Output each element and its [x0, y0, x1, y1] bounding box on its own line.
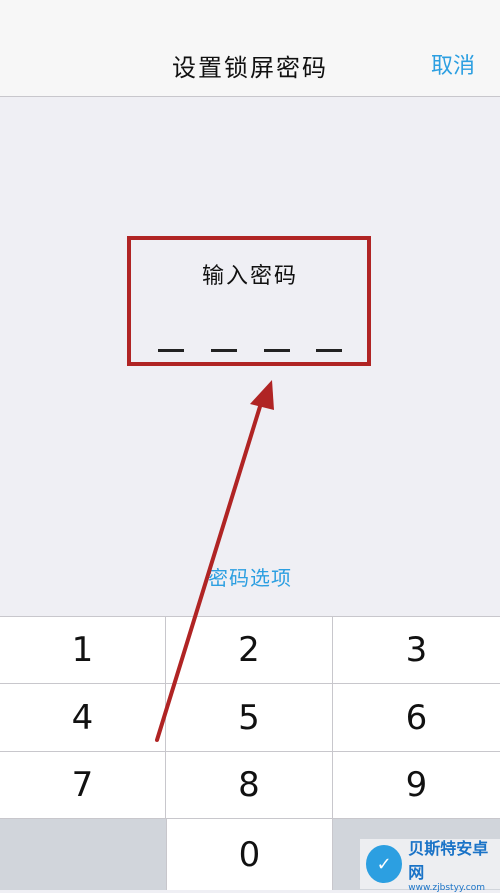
annotation-highlight-box: [127, 236, 371, 366]
cancel-button[interactable]: 取消: [431, 48, 475, 80]
watermark-url: www.zjbstyy.com: [408, 883, 486, 893]
passcode-slot: [211, 349, 237, 352]
key-3[interactable]: 3: [333, 617, 500, 684]
keypad-blank-left: [0, 819, 166, 890]
watermark-icon: ✓: [366, 845, 403, 883]
navigation-bar: 设置锁屏密码 取消: [0, 0, 500, 97]
key-7[interactable]: 7: [0, 752, 166, 819]
key-5[interactable]: 5: [166, 684, 333, 752]
passcode-slot: [264, 349, 290, 352]
passcode-prompt: 输入密码: [201, 264, 298, 289]
passcode-options-link[interactable]: 密码选项: [0, 562, 500, 591]
key-0[interactable]: 0: [166, 819, 333, 890]
watermark-title: 贝斯特安卓网: [408, 839, 489, 882]
page-title: 设置锁屏密码: [172, 54, 328, 82]
passcode-slot: [158, 349, 184, 352]
key-8[interactable]: 8: [166, 752, 333, 819]
passcode-slot: [316, 349, 342, 352]
watermark-logo: ✓ 贝斯特安卓网 www.zjbstyy.com: [360, 839, 500, 893]
key-4[interactable]: 4: [0, 684, 166, 752]
key-1[interactable]: 1: [0, 617, 166, 684]
key-9[interactable]: 9: [333, 752, 500, 819]
passcode-slots: [158, 349, 342, 353]
key-2[interactable]: 2: [166, 617, 333, 684]
key-6[interactable]: 6: [333, 684, 500, 752]
